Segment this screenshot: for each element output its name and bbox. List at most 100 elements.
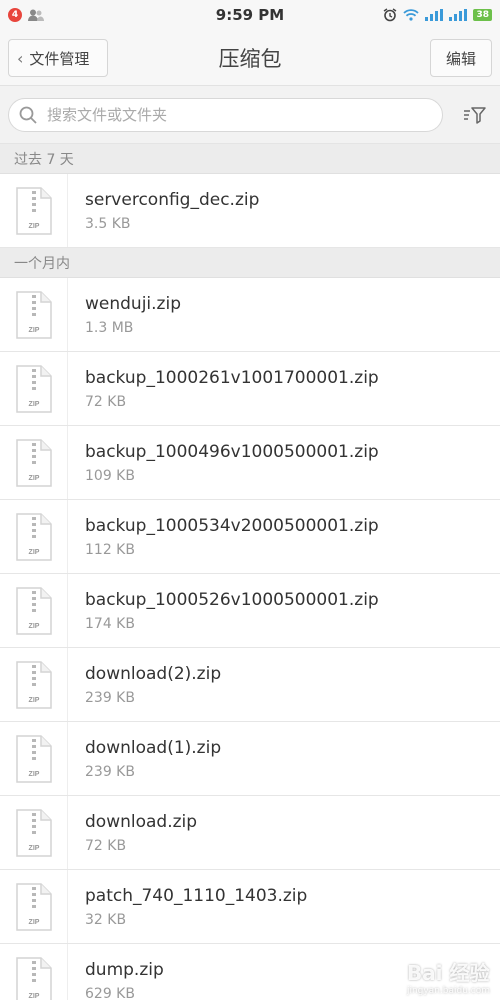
svg-text:ZIP: ZIP <box>28 475 39 482</box>
file-size: 72 KB <box>85 393 127 410</box>
file-info: backup_1000526v1000500001.zip 174 KB <box>68 590 379 632</box>
section-header: 过去 7 天 <box>0 144 500 174</box>
search-input[interactable]: 搜索文件或文件夹 <box>8 97 443 132</box>
back-button-label: 文件管理 <box>29 49 90 68</box>
sort-filter-button[interactable] <box>458 98 492 132</box>
zip-file-icon: ZIP <box>15 290 52 339</box>
file-row[interactable]: ZIP download.zip 72 KB <box>0 796 500 870</box>
contacts-icon <box>28 9 44 21</box>
zip-file-icon: ZIP <box>15 734 52 783</box>
file-info: serverconfig_dec.zip 3.5 KB <box>68 190 259 232</box>
file-row[interactable]: ZIP backup_1000534v2000500001.zip 112 KB <box>0 500 500 574</box>
svg-text:ZIP: ZIP <box>28 327 39 334</box>
file-icon-cell: ZIP <box>0 352 68 425</box>
file-icon-cell: ZIP <box>0 648 68 721</box>
file-name: backup_1000534v2000500001.zip <box>85 515 379 536</box>
file-size: 239 KB <box>85 763 135 780</box>
zip-file-icon: ZIP <box>15 586 52 635</box>
zip-file-icon: ZIP <box>15 438 52 487</box>
file-row[interactable]: ZIP download(1).zip 239 KB <box>0 722 500 796</box>
svg-text:ZIP: ZIP <box>28 697 39 704</box>
file-list: 过去 7 天 ZIP serverconfig_dec.zip 3.5 KB 一… <box>0 144 500 1000</box>
app-header: ‹ 文件管理 压缩包 编辑 <box>0 30 500 86</box>
file-size: 629 KB <box>85 985 135 1000</box>
svg-text:ZIP: ZIP <box>28 549 39 556</box>
alarm-icon <box>384 8 397 22</box>
chevron-left-icon: ‹ <box>17 48 24 68</box>
file-info: download(2).zip 239 KB <box>68 664 221 706</box>
file-size: 1.3 MB <box>85 319 134 336</box>
svg-text:ZIP: ZIP <box>28 919 39 926</box>
filter-icon <box>464 106 486 124</box>
svg-text:ZIP: ZIP <box>28 771 39 778</box>
status-bar: 4 9:59 PM 38 <box>0 0 500 30</box>
file-info: backup_1000534v2000500001.zip 112 KB <box>68 516 379 558</box>
file-size: 109 KB <box>85 467 135 484</box>
file-icon-cell: ZIP <box>0 278 68 351</box>
file-size: 239 KB <box>85 689 135 706</box>
zip-file-icon: ZIP <box>15 186 52 235</box>
file-info: dump.zip 629 KB <box>68 960 164 1000</box>
file-row[interactable]: ZIP serverconfig_dec.zip 3.5 KB <box>0 174 500 248</box>
svg-text:ZIP: ZIP <box>28 993 39 1000</box>
file-icon-cell: ZIP <box>0 870 68 943</box>
zip-file-icon: ZIP <box>15 660 52 709</box>
svg-text:ZIP: ZIP <box>28 623 39 630</box>
file-name: download.zip <box>85 811 198 832</box>
edit-button[interactable]: 编辑 <box>430 39 492 77</box>
file-name: serverconfig_dec.zip <box>85 189 260 210</box>
svg-text:ZIP: ZIP <box>28 845 39 852</box>
file-name: dump.zip <box>85 959 164 980</box>
file-icon-cell: ZIP <box>0 174 68 247</box>
file-size: 72 KB <box>85 837 127 854</box>
watermark-text: Bai 经验 <box>406 961 490 985</box>
search-placeholder: 搜索文件或文件夹 <box>47 106 168 124</box>
file-icon-cell: ZIP <box>0 796 68 869</box>
file-name: backup_1000496v1000500001.zip <box>85 441 379 462</box>
zip-file-icon: ZIP <box>15 956 52 1000</box>
file-size: 32 KB <box>85 911 127 928</box>
file-info: download.zip 72 KB <box>68 812 197 854</box>
file-row[interactable]: ZIP backup_1000526v1000500001.zip 174 KB <box>0 574 500 648</box>
file-size: 112 KB <box>85 541 135 558</box>
file-name: backup_1000261v1001700001.zip <box>85 367 379 388</box>
wifi-icon <box>403 9 420 21</box>
file-icon-cell: ZIP <box>0 944 68 1000</box>
file-size: 3.5 KB <box>85 215 131 232</box>
file-row[interactable]: ZIP patch_740_1110_1403.zip 32 KB <box>0 870 500 944</box>
file-row[interactable]: ZIP wenduji.zip 1.3 MB <box>0 278 500 352</box>
svg-text:ZIP: ZIP <box>28 223 39 230</box>
file-info: backup_1000496v1000500001.zip 109 KB <box>68 442 379 484</box>
file-icon-cell: ZIP <box>0 500 68 573</box>
file-icon-cell: ZIP <box>0 722 68 795</box>
search-bar: 搜索文件或文件夹 <box>0 86 500 144</box>
zip-file-icon: ZIP <box>15 882 52 931</box>
watermark-sub: jingyan.baidu.com <box>406 986 490 996</box>
search-icon <box>19 106 37 124</box>
file-name: backup_1000526v1000500001.zip <box>85 589 379 610</box>
file-name: wenduji.zip <box>85 293 181 314</box>
svg-text:ZIP: ZIP <box>28 401 39 408</box>
back-button[interactable]: ‹ 文件管理 <box>8 39 108 77</box>
notification-badge: 4 <box>8 8 22 22</box>
signal-icon-2 <box>449 9 468 21</box>
zip-file-icon: ZIP <box>15 512 52 561</box>
file-name: patch_740_1110_1403.zip <box>85 885 308 906</box>
zip-file-icon: ZIP <box>15 364 52 413</box>
file-info: download(1).zip 239 KB <box>68 738 221 780</box>
watermark: Bai 经验 jingyan.baidu.com <box>407 957 490 996</box>
signal-icon <box>425 9 444 21</box>
file-row[interactable]: ZIP download(2).zip 239 KB <box>0 648 500 722</box>
file-icon-cell: ZIP <box>0 574 68 647</box>
file-name: download(2).zip <box>85 663 222 684</box>
section-header: 一个月内 <box>0 248 500 278</box>
file-info: patch_740_1110_1403.zip 32 KB <box>68 886 307 928</box>
file-size: 174 KB <box>85 615 135 632</box>
file-icon-cell: ZIP <box>0 426 68 499</box>
file-info: backup_1000261v1001700001.zip 72 KB <box>68 368 379 410</box>
file-name: download(1).zip <box>85 737 222 758</box>
file-info: wenduji.zip 1.3 MB <box>68 294 181 336</box>
file-row[interactable]: ZIP backup_1000496v1000500001.zip 109 KB <box>0 426 500 500</box>
zip-file-icon: ZIP <box>15 808 52 857</box>
file-row[interactable]: ZIP backup_1000261v1001700001.zip 72 KB <box>0 352 500 426</box>
